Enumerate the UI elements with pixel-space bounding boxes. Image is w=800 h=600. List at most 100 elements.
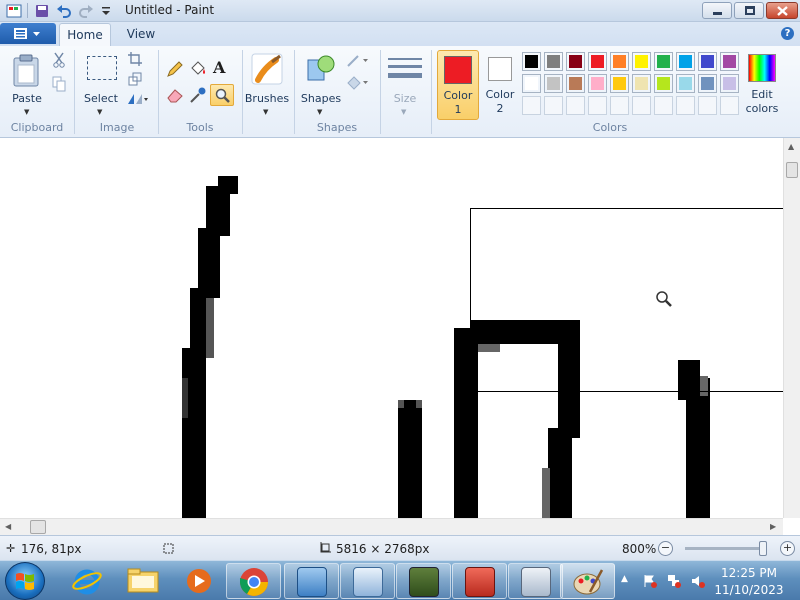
tab-view[interactable]: View bbox=[118, 23, 164, 46]
horizontal-scroll-thumb[interactable] bbox=[30, 520, 46, 534]
palette-swatch[interactable] bbox=[676, 52, 695, 71]
clock-date[interactable]: 11/10/2023 bbox=[714, 583, 784, 597]
minimize-button[interactable] bbox=[702, 2, 732, 19]
palette-swatch[interactable] bbox=[566, 96, 585, 115]
copy-icon[interactable] bbox=[52, 76, 66, 92]
outline-icon[interactable] bbox=[346, 54, 370, 68]
edit-colors-button[interactable]: Edit colors bbox=[742, 50, 782, 120]
cut-icon[interactable] bbox=[52, 52, 66, 68]
zoom-out-button[interactable]: − bbox=[658, 541, 673, 556]
taskbar-app-internet-explorer[interactable] bbox=[62, 563, 112, 599]
undo-icon[interactable] bbox=[56, 3, 72, 19]
show-hidden-icons-icon[interactable]: ▲ bbox=[621, 574, 628, 584]
scroll-right-icon[interactable]: ▶ bbox=[770, 522, 776, 531]
taskbar-app-control-panel[interactable] bbox=[284, 563, 339, 599]
taskbar-app-paint[interactable] bbox=[560, 563, 615, 599]
palette-swatch[interactable] bbox=[720, 52, 739, 71]
palette-swatch[interactable] bbox=[698, 52, 717, 71]
palette-swatch[interactable] bbox=[522, 74, 541, 93]
palette-swatch[interactable] bbox=[522, 52, 541, 71]
magnifier-button[interactable] bbox=[210, 84, 234, 106]
rotate-icon[interactable] bbox=[127, 92, 149, 106]
palette-swatch[interactable] bbox=[566, 52, 585, 71]
palette-swatch[interactable] bbox=[632, 52, 651, 71]
palette-swatch[interactable] bbox=[588, 74, 607, 93]
horizontal-scrollbar[interactable]: ◀ ▶ bbox=[0, 518, 783, 535]
color1-button[interactable]: Color 1 bbox=[437, 50, 479, 120]
taskbar-app-toolbox[interactable] bbox=[452, 563, 507, 599]
eraser-icon[interactable] bbox=[166, 86, 184, 104]
palette-swatch[interactable] bbox=[676, 96, 695, 115]
close-button[interactable] bbox=[766, 2, 798, 19]
magnifier-cursor-icon bbox=[656, 291, 672, 307]
drawing-canvas[interactable] bbox=[0, 138, 783, 518]
volume-icon[interactable] bbox=[691, 574, 705, 588]
palette-swatch[interactable] bbox=[544, 96, 563, 115]
palette-swatch[interactable] bbox=[588, 96, 607, 115]
palette-swatch[interactable] bbox=[588, 52, 607, 71]
palette-swatch-color bbox=[547, 55, 560, 68]
taskbar-app-calculator[interactable] bbox=[508, 563, 563, 599]
scroll-up-icon[interactable]: ▲ bbox=[788, 142, 794, 151]
clock-time[interactable]: 12:25 PM bbox=[714, 566, 784, 580]
pencil-stroke-2 bbox=[398, 400, 422, 518]
shapes-label: Shapes bbox=[300, 92, 342, 105]
paste-button[interactable]: Paste ▼ bbox=[8, 50, 46, 116]
palette-swatch[interactable] bbox=[698, 96, 717, 115]
taskbar-app-chrome[interactable] bbox=[226, 563, 281, 599]
palette-swatch[interactable] bbox=[632, 96, 651, 115]
help-icon[interactable]: ? bbox=[781, 27, 794, 40]
text-tool-icon[interactable]: A bbox=[213, 58, 225, 77]
pencil-icon[interactable] bbox=[166, 60, 184, 78]
palette-swatch[interactable] bbox=[610, 74, 629, 93]
zoom-slider-track[interactable] bbox=[685, 547, 765, 550]
scroll-left-icon[interactable]: ◀ bbox=[5, 522, 11, 531]
customize-qat-icon[interactable] bbox=[98, 3, 114, 19]
save-icon[interactable] bbox=[34, 3, 50, 19]
restore-button[interactable] bbox=[734, 2, 764, 19]
palette-swatch-color bbox=[635, 55, 648, 68]
brush-icon bbox=[251, 53, 283, 85]
palette-swatch[interactable] bbox=[544, 52, 563, 71]
palette-swatch-color bbox=[569, 55, 582, 68]
color2-button[interactable]: Color 2 bbox=[482, 50, 518, 120]
tab-home[interactable]: Home bbox=[59, 23, 111, 46]
palette-swatch[interactable] bbox=[566, 74, 585, 93]
selection-size-icon bbox=[163, 543, 174, 554]
crop-icon[interactable] bbox=[128, 52, 142, 66]
fill-shape-icon[interactable] bbox=[346, 76, 370, 90]
zoom-slider-thumb[interactable] bbox=[759, 541, 767, 556]
palette-swatch[interactable] bbox=[544, 74, 563, 93]
size-button[interactable]: Size ▼ bbox=[384, 50, 426, 116]
zoom-in-button[interactable]: + bbox=[780, 541, 795, 556]
redo-icon[interactable] bbox=[78, 3, 94, 19]
palette-swatch[interactable] bbox=[676, 74, 695, 93]
palette-swatch[interactable] bbox=[720, 74, 739, 93]
palette-swatch[interactable] bbox=[698, 74, 717, 93]
paint-menu-button[interactable] bbox=[0, 23, 56, 44]
taskbar-app-window[interactable] bbox=[340, 563, 395, 599]
palette-swatch[interactable] bbox=[610, 96, 629, 115]
palette-swatch[interactable] bbox=[654, 52, 673, 71]
action-center-icon[interactable] bbox=[643, 574, 657, 588]
fill-icon[interactable] bbox=[189, 60, 207, 78]
taskbar-app-remote-desktop[interactable] bbox=[396, 563, 451, 599]
media-player-icon bbox=[187, 569, 211, 593]
palette-swatch[interactable] bbox=[654, 74, 673, 93]
palette-swatch[interactable] bbox=[522, 96, 541, 115]
vertical-scroll-thumb[interactable] bbox=[786, 162, 798, 178]
palette-swatch[interactable] bbox=[632, 74, 651, 93]
shapes-button[interactable]: Shapes ▼ bbox=[300, 50, 342, 116]
palette-swatch[interactable] bbox=[720, 96, 739, 115]
start-button[interactable] bbox=[5, 562, 45, 600]
resize-icon[interactable] bbox=[128, 72, 142, 86]
brushes-button[interactable]: Brushes ▼ bbox=[245, 50, 289, 116]
taskbar-app-media-player[interactable] bbox=[174, 563, 224, 599]
taskbar-app-file-explorer[interactable] bbox=[118, 563, 168, 599]
paint-app-icon[interactable] bbox=[6, 3, 22, 19]
vertical-scrollbar[interactable]: ▲ bbox=[783, 138, 800, 518]
palette-swatch[interactable] bbox=[654, 96, 673, 115]
color-picker-icon[interactable] bbox=[189, 86, 207, 104]
network-icon[interactable] bbox=[667, 574, 681, 588]
palette-swatch[interactable] bbox=[610, 52, 629, 71]
